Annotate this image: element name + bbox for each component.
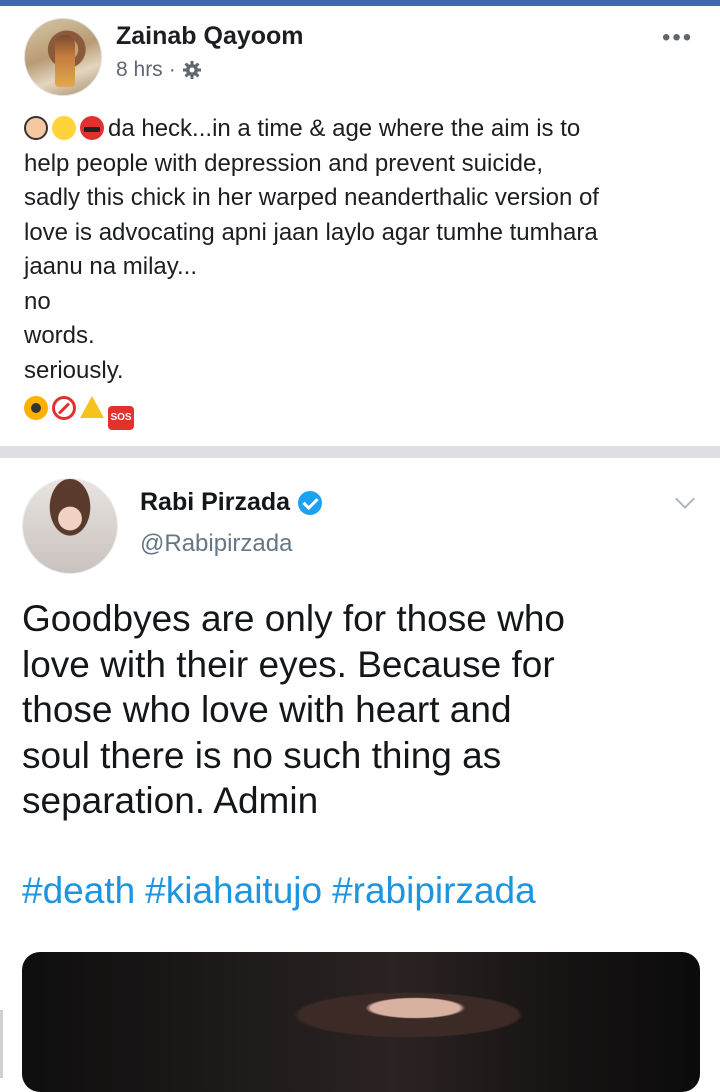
post-separator (0, 446, 720, 458)
post-line: love is advocating apni jaan laylo agar … (24, 218, 598, 246)
post-line: da heck...in a time & age where the aim … (24, 112, 704, 147)
no-entry-icon (52, 396, 76, 420)
verified-icon (298, 490, 323, 515)
tweet-avatar[interactable] (22, 478, 118, 574)
post-line: jaanu na milay... (24, 253, 197, 280)
tweet-text: Goodbyes are only for those who love wit… (22, 596, 702, 824)
scroll-edge (0, 1010, 3, 1078)
hashtag-link[interactable]: #kiahaitujo (145, 870, 322, 911)
post-body: da heck...in a time & age where the aim … (24, 112, 704, 430)
meta-dot: · (168, 58, 176, 81)
hashtag-link[interactable]: #rabipirzada (332, 870, 536, 911)
embedded-tweet: Rabi Pirzada @Rabipirzada Goodbyes are o… (0, 458, 720, 1092)
post-text: da heck...in a time & age where the aim … (108, 115, 581, 142)
facebook-post: Zainab Qayoom 8 hrs · ••• da heck...in a… (0, 6, 720, 446)
radioactive-icon (24, 396, 48, 420)
scream-icon (52, 116, 76, 140)
author-avatar[interactable] (24, 18, 102, 96)
tweet-handle[interactable]: @Rabipirzada (140, 530, 292, 558)
gear-icon (182, 60, 202, 80)
chevron-down-icon[interactable] (675, 489, 695, 509)
tweet-line: separation. Admin (22, 780, 319, 821)
post-line: no (24, 287, 51, 315)
tweet-media-image[interactable] (22, 952, 700, 1092)
post-line: help people with depression and prevent … (24, 149, 544, 177)
post-line: words. (24, 322, 95, 349)
face-palm-icon (24, 116, 48, 140)
post-line: sadly this chick in her warped neanderth… (24, 184, 599, 211)
hashtag-link[interactable]: #death (22, 870, 135, 911)
post-line: seriously. (24, 356, 124, 384)
author-name[interactable]: Zainab Qayoom (116, 22, 304, 51)
post-time[interactable]: 8 hrs (116, 58, 163, 82)
tweet-author[interactable]: Rabi Pirzada (140, 488, 323, 517)
more-options-icon[interactable]: ••• (662, 26, 693, 50)
tweet-line: Goodbyes are only for those who (22, 598, 565, 639)
tweet-hashtags: #death #kiahaitujo #rabipirzada (22, 870, 546, 912)
sos-icon: SOS (108, 406, 134, 430)
warning-icon (80, 396, 104, 418)
post-meta: 8 hrs · (116, 58, 202, 82)
cursing-face-icon (80, 116, 104, 140)
post-emoji-line: SOS (24, 392, 704, 430)
tweet-author-name: Rabi Pirzada (140, 488, 291, 516)
tweet-line: those who love with heart and (22, 689, 512, 730)
tweet-line: love with their eyes. Because for (22, 643, 555, 685)
tweet-line: soul there is no such thing as (22, 734, 502, 776)
